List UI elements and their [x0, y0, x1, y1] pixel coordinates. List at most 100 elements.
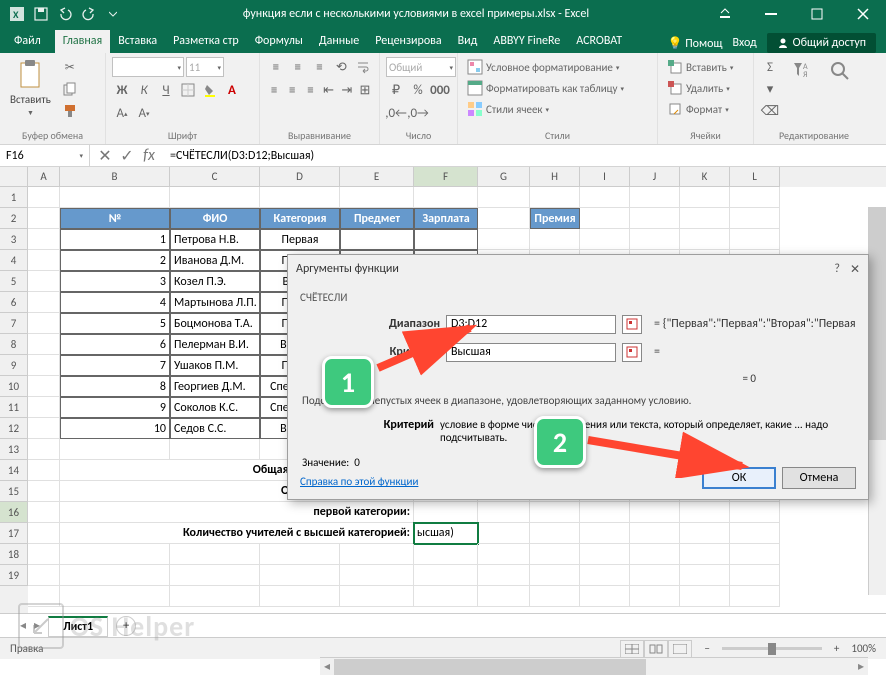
cell[interactable]: [260, 586, 340, 607]
cell[interactable]: Георгиев Д.М.: [170, 376, 260, 397]
format-as-table-button[interactable]: Форматировать как таблицу▾: [464, 78, 651, 98]
decrease-indent-icon[interactable]: ⇤: [321, 80, 337, 100]
cell[interactable]: [730, 586, 780, 607]
col-header-K[interactable]: K: [680, 167, 730, 187]
name-box[interactable]: F16▾: [0, 145, 90, 166]
cell[interactable]: [530, 187, 580, 208]
cell[interactable]: [170, 187, 260, 208]
row-header-15[interactable]: 15: [0, 481, 28, 502]
align-middle-icon[interactable]: ≡: [288, 57, 308, 77]
dialog-help-icon[interactable]: ?: [834, 262, 840, 277]
cell[interactable]: [260, 544, 340, 565]
minimize-icon[interactable]: [748, 0, 794, 28]
col-header-D[interactable]: D: [260, 167, 340, 187]
view-page-break-icon[interactable]: [668, 640, 692, 658]
horizontal-scrollbar[interactable]: ◂ ▸: [320, 657, 868, 675]
save-icon[interactable]: [32, 5, 50, 23]
enter-formula-icon[interactable]: ✓: [118, 147, 136, 165]
font-color-button[interactable]: A: [222, 80, 242, 100]
align-center-icon[interactable]: ≡: [284, 80, 300, 100]
cell[interactable]: [580, 565, 630, 586]
format-painter-button[interactable]: [59, 101, 81, 121]
arg-range-collapse-icon[interactable]: [622, 315, 642, 334]
cell[interactable]: [170, 565, 260, 586]
cancel-formula-icon[interactable]: ✕: [96, 147, 114, 165]
cell[interactable]: №: [60, 208, 170, 229]
cell[interactable]: [170, 439, 260, 460]
cell[interactable]: [730, 187, 780, 208]
cell[interactable]: [340, 229, 414, 250]
cell[interactable]: [730, 229, 780, 250]
cell[interactable]: [28, 439, 60, 460]
cell[interactable]: Соколов К.С.: [170, 397, 260, 418]
qat-dropdown-icon[interactable]: [104, 5, 122, 23]
tab-insert[interactable]: Вставка: [110, 30, 165, 53]
col-header-F[interactable]: F: [414, 167, 478, 187]
cell[interactable]: [478, 229, 530, 250]
col-header-I[interactable]: I: [580, 167, 630, 187]
row-header-2[interactable]: 2: [0, 208, 28, 229]
row-header-7[interactable]: 7: [0, 313, 28, 334]
cell[interactable]: [478, 208, 530, 229]
align-top-icon[interactable]: ≡: [266, 57, 286, 77]
copy-button[interactable]: [59, 79, 81, 99]
cell[interactable]: [340, 544, 414, 565]
cell[interactable]: [28, 565, 60, 586]
cell[interactable]: [530, 586, 580, 607]
cell[interactable]: [630, 586, 680, 607]
increase-font-button[interactable]: A▴: [112, 103, 132, 123]
row-header-16[interactable]: 16: [0, 502, 28, 523]
row-header-8[interactable]: 8: [0, 334, 28, 355]
cell[interactable]: [730, 565, 780, 586]
cell[interactable]: Количество учителей с высшей категорией:: [60, 523, 414, 544]
format-cells-button[interactable]: Формат▾: [664, 99, 747, 119]
tab-abbyy[interactable]: ABBYY FineRe: [485, 30, 568, 53]
redo-icon[interactable]: [80, 5, 98, 23]
view-normal-icon[interactable]: [620, 640, 644, 658]
cell[interactable]: [530, 229, 580, 250]
increase-decimal-icon[interactable]: ,0←: [386, 103, 406, 123]
ribbon-options-icon[interactable]: [702, 0, 748, 28]
cell[interactable]: Предмет: [340, 208, 414, 229]
cell[interactable]: Пелерман В.И.: [170, 334, 260, 355]
undo-icon[interactable]: [56, 5, 74, 23]
orientation-icon[interactable]: ⟲: [331, 57, 351, 77]
row-header-19[interactable]: 19: [0, 565, 28, 586]
sort-filter-button[interactable]: AЯ: [786, 57, 818, 121]
cut-button[interactable]: ✂: [59, 57, 81, 77]
cell[interactable]: Петрова Н.В.: [170, 229, 260, 250]
cell[interactable]: [580, 502, 630, 523]
cell[interactable]: [530, 544, 580, 565]
delete-cells-button[interactable]: Удалить▾: [664, 78, 747, 98]
row-header-6[interactable]: 6: [0, 292, 28, 313]
zoom-out-icon[interactable]: −: [704, 642, 709, 655]
align-right-icon[interactable]: ≡: [302, 80, 318, 100]
wrap-text-icon[interactable]: [353, 57, 373, 77]
cell[interactable]: 7: [60, 355, 170, 376]
cell[interactable]: 6: [60, 334, 170, 355]
row-header-4[interactable]: 4: [0, 250, 28, 271]
cell[interactable]: [60, 565, 170, 586]
col-header-H[interactable]: H: [530, 167, 580, 187]
row-header-10[interactable]: 10: [0, 376, 28, 397]
zoom-slider[interactable]: [722, 647, 822, 650]
cell[interactable]: [260, 187, 340, 208]
merge-cells-icon[interactable]: ⊞: [357, 80, 373, 100]
fx-icon[interactable]: fx: [140, 147, 158, 165]
row-header-1[interactable]: 1: [0, 187, 28, 208]
conditional-formatting-button[interactable]: Условное форматирование▾: [464, 57, 651, 77]
cell[interactable]: ФИО: [170, 208, 260, 229]
cell[interactable]: [28, 502, 60, 523]
maximize-icon[interactable]: [794, 0, 840, 28]
cell[interactable]: 5: [60, 313, 170, 334]
italic-button[interactable]: К: [134, 80, 154, 100]
insert-cells-button[interactable]: Вставить▾: [664, 57, 747, 77]
cell[interactable]: [730, 208, 780, 229]
cell[interactable]: [680, 586, 730, 607]
cell[interactable]: [630, 544, 680, 565]
dialog-close-icon[interactable]: ✕: [850, 262, 860, 277]
share-button[interactable]: Общий доступ: [767, 33, 876, 53]
cell[interactable]: [680, 565, 730, 586]
close-icon[interactable]: [840, 0, 886, 28]
row-header-13[interactable]: 13: [0, 439, 28, 460]
